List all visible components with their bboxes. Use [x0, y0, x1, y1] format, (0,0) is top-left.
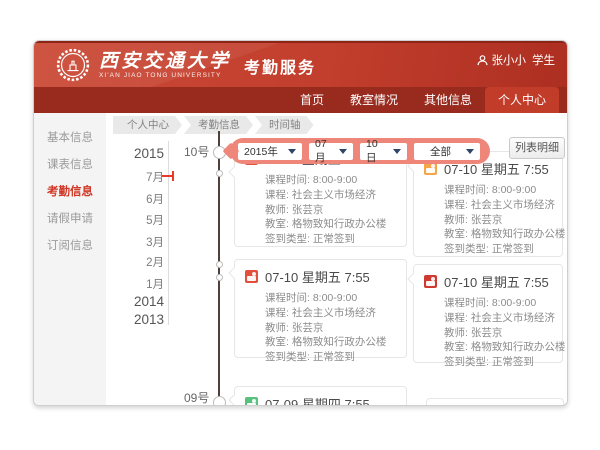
breadcrumb-personal-center[interactable]: 个人中心 — [113, 116, 182, 134]
university-seal-icon — [56, 48, 90, 82]
university-name-en: XI'AN JIAO TONG UNIVERSITY — [99, 72, 231, 79]
month-select[interactable]: 07月 — [309, 143, 353, 160]
month-select-value: 07月 — [315, 138, 334, 165]
sidebar-item-subscription[interactable]: 订阅信息 — [34, 233, 106, 260]
card-course: 课程: 社会主义市场经济 — [265, 188, 396, 203]
card-classroom: 教室: 格物致知行政办公楼 — [444, 227, 552, 242]
year-select-value: 2015年 — [244, 144, 278, 159]
timeline-dot-small-2 — [216, 261, 223, 268]
card-classroom: 教室: 格物致知行政办公楼 — [444, 340, 552, 355]
day-select-value: 10日 — [366, 138, 388, 165]
sidebar-item-attendance[interactable]: 考勤信息 — [34, 179, 106, 206]
chevron-down-icon — [466, 149, 474, 154]
timeline-dot-small-3 — [216, 274, 223, 281]
service-title: 考勤服务 — [244, 52, 316, 78]
chevron-down-icon — [288, 149, 296, 154]
nav-item-home[interactable]: 首页 — [287, 87, 337, 113]
rail-month-mar[interactable]: 3月 — [119, 234, 164, 250]
breadcrumb-timeline[interactable]: 时间轴 — [255, 116, 314, 134]
university-name-cn: 西安交通大学 — [99, 51, 231, 72]
app-header: 西安交通大学 XI'AN JIAO TONG UNIVERSITY 考勤服务 张… — [34, 41, 567, 87]
content-area: 基本信息 课表信息 考勤信息 请假申请 订阅信息 个人中心 考勤信息 时间轴 2… — [34, 113, 567, 405]
list-detail-button[interactable]: 列表明细 — [509, 137, 565, 159]
card-teacher: 教师: 张芸京 — [444, 213, 552, 228]
attendance-card[interactable]: 07-10 星期五 7:55 课程时间: 8:00-9:00 课程: 社会主义市… — [413, 151, 563, 257]
attendance-card[interactable]: 07-10 星期五 7:55 课程时间: 8:00-9:00 课程: 社会主义市… — [413, 264, 563, 363]
nav-item-classrooms[interactable]: 教室情况 — [337, 87, 411, 113]
rail-month-may[interactable]: 5月 — [119, 212, 164, 228]
card-title: 07-10 星期五 7:55 — [265, 267, 370, 286]
year-select[interactable]: 2015年 — [238, 143, 302, 160]
nav-item-other-info[interactable]: 其他信息 — [411, 87, 485, 113]
date-filter-bubble: 2015年 07月 10日 全部 — [230, 138, 490, 164]
card-course-time: 课程时间: 8:00-9:00 — [444, 296, 552, 311]
sidebar: 基本信息 课表信息 考勤信息 请假申请 订阅信息 — [34, 113, 106, 405]
signin-status-icon — [245, 270, 258, 283]
day-label-09: 09号 — [184, 389, 209, 406]
card-tail — [228, 267, 239, 278]
chevron-down-icon — [339, 149, 347, 154]
chevron-down-icon — [393, 149, 401, 154]
card-course: 课程: 社会主义市场经济 — [265, 306, 396, 321]
breadcrumb: 个人中心 考勤信息 时间轴 — [113, 116, 316, 134]
timeline-dot-large-bottom — [213, 396, 226, 406]
timeline-dot-small-1 — [216, 170, 223, 177]
filter-bubble-tail — [223, 143, 240, 160]
attendance-card-clipped-empty[interactable] — [426, 398, 564, 406]
type-select[interactable]: 全部 — [414, 143, 480, 160]
card-course-time: 课程时间: 8:00-9:00 — [265, 173, 396, 188]
rail-month-feb[interactable]: 2月 — [119, 254, 164, 270]
card-course-time: 课程时间: 8:00-9:00 — [444, 183, 552, 198]
attendance-card[interactable]: 07-10 星期五 7:55 课程时间: 8:00-9:00 课程: 社会主义市… — [234, 259, 407, 358]
day-select[interactable]: 10日 — [360, 143, 407, 160]
main-nav: 首页 教室情况 其他信息 个人中心 — [34, 87, 567, 113]
user-role: 学生 — [532, 52, 555, 68]
user-info[interactable]: 张小小 学生 — [477, 52, 556, 68]
card-tail — [228, 166, 239, 177]
card-signin-type: 签到类型: 正常签到 — [265, 350, 396, 365]
rail-divider — [168, 141, 169, 325]
card-signin-type: 签到类型: 正常签到 — [265, 232, 396, 247]
day-label-10: 10号 — [184, 143, 209, 160]
rail-month-jun[interactable]: 6月 — [119, 191, 164, 207]
person-icon — [477, 55, 488, 66]
card-tail — [407, 273, 418, 284]
card-signin-type: 签到类型: 正常签到 — [444, 355, 552, 370]
card-classroom: 教室: 格物致知行政办公楼 — [265, 217, 396, 232]
app-window: 西安交通大学 XI'AN JIAO TONG UNIVERSITY 考勤服务 张… — [33, 40, 568, 406]
sidebar-item-basic-info[interactable]: 基本信息 — [34, 125, 106, 152]
university-brand: 西安交通大学 XI'AN JIAO TONG UNIVERSITY 考勤服务 — [56, 48, 316, 82]
sidebar-item-schedule[interactable]: 课表信息 — [34, 152, 106, 179]
rail-year-2015[interactable]: 2015 — [119, 146, 164, 161]
card-title: 07-10 星期五 7:55 — [444, 272, 549, 291]
card-teacher: 教师: 张芸京 — [444, 326, 552, 341]
card-classroom: 教室: 格物致知行政办公楼 — [265, 335, 396, 350]
type-select-value: 全部 — [430, 144, 451, 159]
rail-year-2014[interactable]: 2014 — [119, 294, 164, 309]
user-name: 张小小 — [492, 52, 527, 68]
card-signin-type: 签到类型: 正常签到 — [444, 242, 552, 257]
rail-year-2013[interactable]: 2013 — [119, 312, 164, 327]
signin-status-icon — [245, 397, 258, 406]
card-course: 课程: 社会主义市场经济 — [444, 311, 552, 326]
active-month-marker-tip — [172, 171, 174, 181]
nav-item-personal-center[interactable]: 个人中心 — [485, 87, 559, 113]
card-tail — [228, 394, 239, 405]
rail-month-jul[interactable]: 7月 — [119, 169, 164, 185]
card-title: 07-09 星期四 7:55 — [265, 394, 370, 406]
card-teacher: 教师: 张芸京 — [265, 321, 396, 336]
card-course: 课程: 社会主义市场经济 — [444, 198, 552, 213]
signin-status-icon — [424, 275, 437, 288]
rail-month-jan[interactable]: 1月 — [119, 276, 164, 292]
sidebar-item-leave-request[interactable]: 请假申请 — [34, 206, 106, 233]
card-teacher: 教师: 张芸京 — [265, 203, 396, 218]
card-course-time: 课程时间: 8:00-9:00 — [265, 291, 396, 306]
attendance-card-clipped[interactable]: 07-09 星期四 7:55 — [234, 386, 407, 406]
